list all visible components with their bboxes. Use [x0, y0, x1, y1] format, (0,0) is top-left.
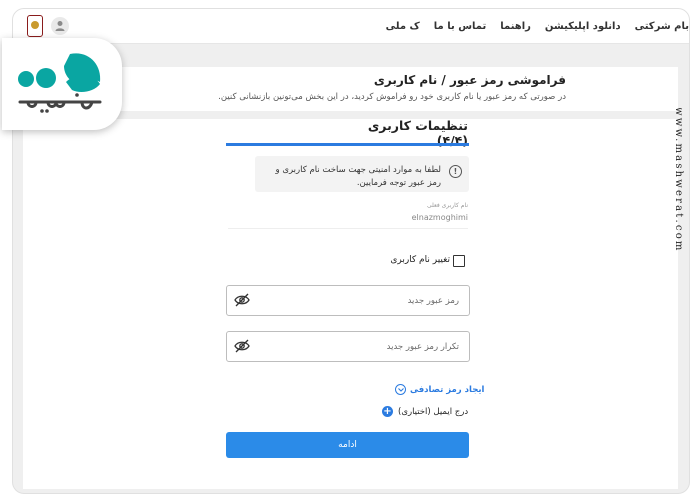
- step-progress-bar: [226, 143, 469, 146]
- generate-random-password-link[interactable]: ایجاد رمز تصادفی: [395, 384, 484, 395]
- add-email-link[interactable]: + درج ایمیل (اختیاری): [382, 406, 468, 417]
- nav-link-bank-meli[interactable]: ک ملی: [386, 21, 420, 32]
- info-icon: !: [449, 165, 462, 178]
- watermark-text: www.mashwerat.com: [676, 108, 684, 253]
- bank-logo[interactable]: [27, 15, 43, 37]
- change-username-checkbox[interactable]: [453, 255, 465, 267]
- page-subtitle: در صورتی که رمز عبور یا نام کاربری خود ر…: [218, 92, 566, 102]
- change-username-label: تغییر نام کاربری: [390, 255, 450, 265]
- nav-link-download-app[interactable]: دانلود اپلیکیشن: [545, 21, 621, 32]
- security-notice: ! لطفا به موارد امنیتی جهت ساخت نام کارب…: [255, 156, 469, 192]
- nav-links: ک ملی تماس با ما راهنما دانلود اپلیکیشن …: [386, 9, 689, 43]
- nav-link-contact[interactable]: تماس با ما: [434, 21, 486, 32]
- mashwerat-logo: [2, 38, 122, 130]
- continue-button[interactable]: ادامه: [226, 432, 469, 458]
- site-watermark: www.mashwerat.com: [676, 108, 684, 253]
- generate-password-label: ایجاد رمز تصادفی: [410, 384, 485, 395]
- add-email-label: درج ایمیل (اختیاری): [398, 406, 469, 417]
- notice-text: لطفا به موارد امنیتی جهت ساخت نام کاربری…: [275, 165, 441, 188]
- new-password-input[interactable]: [257, 292, 461, 310]
- username-label: نام کاربری فعلی: [426, 202, 468, 209]
- username-value: elnazmoghimi: [411, 213, 468, 222]
- username-divider: [228, 228, 468, 229]
- eye-off-icon[interactable]: [234, 339, 250, 353]
- new-password-field: [226, 285, 470, 316]
- chevron-down-icon: [395, 384, 406, 395]
- nav-link-help[interactable]: راهنما: [500, 21, 531, 32]
- nav-link-corporate-bam[interactable]: بام شرکتی: [635, 21, 689, 32]
- mashwerat-logo-graphic: [18, 53, 102, 113]
- repeat-password-field: [226, 331, 470, 362]
- plus-icon: +: [382, 406, 393, 417]
- repeat-password-input[interactable]: [257, 338, 461, 356]
- page-title: فراموشی رمز عبور / نام کاربری: [373, 73, 566, 87]
- user-account-icon[interactable]: [51, 17, 69, 35]
- eye-off-icon[interactable]: [234, 293, 250, 307]
